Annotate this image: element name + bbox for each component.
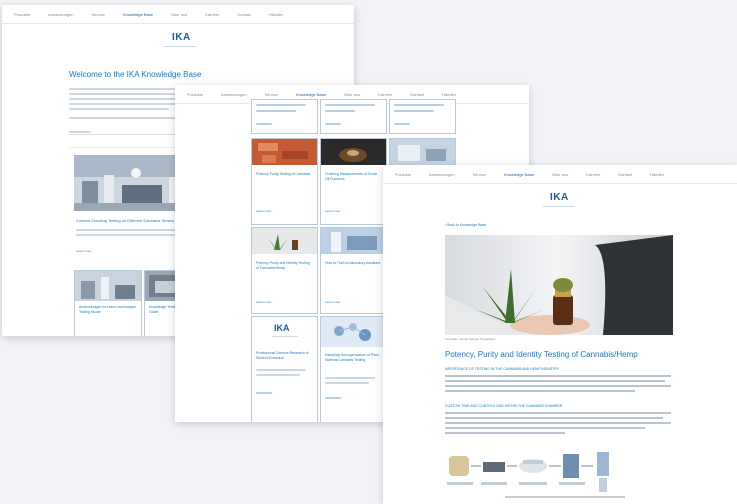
laboratory-photo: [75, 271, 141, 301]
top-navigation: Produkte Anwendungen Service Knowledge B…: [383, 165, 737, 184]
learn-more-link[interactable]: Learn more: [256, 209, 271, 213]
article-title: Potency Purity and Identity Testing of C…: [256, 261, 310, 270]
article-card[interactable]: Potency Purity Testing of Cannabis Learn…: [251, 138, 318, 225]
nav-item[interactable]: Händler: [442, 92, 456, 97]
top-navigation: Produkte Anwendungen Service Knowledge B…: [2, 5, 354, 24]
sub-card-title: Anwendungen im Labor und Analyse Testing…: [79, 305, 137, 314]
sub-card[interactable]: Anwendungen im Labor und Analyse Testing…: [74, 270, 142, 336]
nav-item[interactable]: Service: [92, 12, 105, 17]
nav-item[interactable]: Kontakt: [618, 172, 632, 177]
nav-item[interactable]: Karriere: [586, 172, 600, 177]
nav-item[interactable]: Anwendungen: [48, 12, 74, 17]
cannabis-leaf-photo: [252, 228, 317, 254]
article-card[interactable]: [320, 99, 387, 134]
oil-drop-photo: [321, 139, 386, 165]
nav-item[interactable]: Produkte: [187, 92, 203, 97]
molecule-photo: [321, 317, 386, 347]
nav-item[interactable]: Karriere: [378, 92, 392, 97]
nav-item-knowledge-base[interactable]: Knowledge Base: [296, 92, 326, 97]
nav-item[interactable]: Über uns: [344, 92, 360, 97]
learn-more-link[interactable]: Learn more: [256, 300, 271, 304]
article-title: Professional Science Research of Solvent…: [256, 351, 309, 360]
nav-item[interactable]: Service: [265, 92, 278, 97]
breadcrumb[interactable]: ‹ Back to Knowledge Base: [445, 223, 486, 227]
nav-item[interactable]: Händler: [269, 12, 283, 17]
laboratory-photo: [321, 228, 386, 254]
nav-item-knowledge-base[interactable]: Knowledge Base: [504, 172, 534, 177]
laboratory-photo: [390, 139, 455, 165]
article-card[interactable]: IKA Professional Science Research of Sol…: [251, 316, 318, 422]
section-heading: CUSTOM TIME AND CONTROL AND WITHIN THE C…: [445, 404, 563, 408]
article-title: Sampling Homogenization of Plant Materia…: [325, 353, 379, 362]
nav-item[interactable]: Anwendungen: [221, 92, 247, 97]
card-title[interactable]: Content Cracking Testing on Different Ca…: [76, 218, 174, 223]
ika-logo[interactable]: IKA: [550, 192, 569, 203]
learn-more-link[interactable]: Learn more: [325, 300, 340, 304]
nav-item[interactable]: Über uns: [171, 12, 187, 17]
page-title: Welcome to the IKA Knowledge Base: [69, 70, 202, 79]
cannabis-hero-image: [445, 235, 673, 335]
article-card[interactable]: Sampling Homogenization of Plant Materia…: [320, 316, 387, 422]
ika-logo: IKA: [274, 323, 290, 333]
article-card[interactable]: Cracking Measurements of Crude Oil Fract…: [320, 138, 387, 225]
article-card[interactable]: How to Train a Laboratory Assistant Lear…: [320, 227, 387, 314]
learn-more-link[interactable]: Learn more: [76, 249, 91, 253]
article-title: Potency Purity Testing of Cannabis: [256, 172, 311, 176]
section-heading: IMPORTANCE OF TESTING IN THE CANNABIS AN…: [445, 367, 560, 371]
nav-item[interactable]: Über uns: [552, 172, 568, 177]
article-card[interactable]: [251, 99, 318, 134]
nav-item[interactable]: Karriere: [205, 12, 219, 17]
nav-item[interactable]: Produkte: [14, 12, 30, 17]
ika-logo[interactable]: IKA: [172, 32, 191, 43]
nav-item[interactable]: Anwendungen: [429, 172, 455, 177]
article-title: How to Train a Laboratory Assistant: [325, 261, 381, 265]
learn-more-link[interactable]: Learn more: [325, 209, 340, 213]
article-title: Potency, Purity and Identity Testing of …: [445, 350, 638, 359]
nav-item[interactable]: Produkte: [395, 172, 411, 177]
article-card[interactable]: Potency Purity and Identity Testing of C…: [251, 227, 318, 314]
image-caption: Cannabis / Hemp Sample Preparation: [445, 337, 496, 341]
nav-item[interactable]: Händler: [650, 172, 664, 177]
process-diagram: [447, 452, 625, 498]
article-card[interactable]: [389, 99, 456, 134]
nav-item[interactable]: Kontakt: [237, 12, 251, 17]
nav-item[interactable]: Kontakt: [410, 92, 424, 97]
article-title: Cracking Measurements of Crude Oil Fract…: [325, 172, 378, 181]
nav-item[interactable]: Service: [473, 172, 486, 177]
browser-window-article: Produkte Anwendungen Service Knowledge B…: [383, 165, 737, 504]
nav-item-knowledge-base[interactable]: Knowledge Base: [123, 12, 153, 17]
cannabis-photo: [252, 139, 317, 165]
